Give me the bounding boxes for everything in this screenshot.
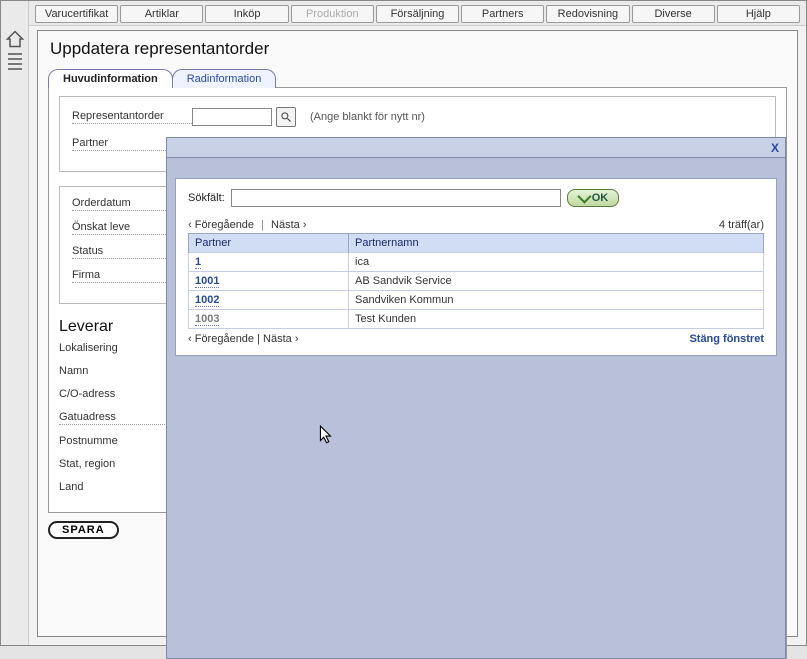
label-land: Land bbox=[59, 481, 179, 494]
menu-varucertifikat[interactable]: Varucertifikat bbox=[35, 5, 118, 23]
menu-artiklar[interactable]: Artiklar bbox=[120, 5, 203, 23]
col-partnernamn[interactable]: Partnernamn bbox=[349, 234, 764, 253]
tabs: Huvudinformation Radinformation bbox=[48, 69, 787, 88]
partner-name-cell: Test Kunden bbox=[349, 310, 764, 329]
search-input[interactable] bbox=[231, 189, 561, 207]
menu-diverse[interactable]: Diverse bbox=[632, 5, 715, 23]
main-menu: VarucertifikatArtiklarInköpProduktionFör… bbox=[29, 1, 806, 26]
save-button[interactable]: SPARA bbox=[48, 521, 119, 539]
home-icon[interactable] bbox=[5, 29, 25, 47]
page-title: Uppdatera representantorder bbox=[48, 37, 787, 67]
table-row[interactable]: 1 ica bbox=[189, 253, 764, 272]
menu-inköp[interactable]: Inköp bbox=[205, 5, 288, 23]
table-row[interactable]: 1003 Test Kunden bbox=[189, 310, 764, 329]
label-representantorder: Representantorder bbox=[72, 110, 192, 124]
label-postnr: Postnumme bbox=[59, 435, 179, 448]
prev-link-top[interactable]: ‹ Föregående bbox=[188, 219, 254, 231]
col-partner[interactable]: Partner bbox=[189, 234, 349, 253]
label-namn: Namn bbox=[59, 365, 179, 378]
menu-försäljning[interactable]: Försäljning bbox=[376, 5, 459, 23]
search-label: Sökfält: bbox=[188, 192, 225, 204]
menu-redovisning[interactable]: Redovisning bbox=[546, 5, 629, 23]
tab-radinformation[interactable]: Radinformation bbox=[172, 69, 277, 88]
partner-id-link[interactable]: 1002 bbox=[195, 294, 219, 307]
partner-id-link[interactable]: 1 bbox=[195, 256, 201, 269]
label-gatuadress: Gatuadress bbox=[59, 411, 179, 425]
partner-id-link[interactable]: 1003 bbox=[195, 313, 219, 326]
partner-id-link[interactable]: 1001 bbox=[195, 275, 219, 288]
order-lookup-button[interactable] bbox=[276, 107, 296, 127]
ok-button[interactable]: OK bbox=[567, 189, 620, 207]
partner-name-cell: Sandviken Kommun bbox=[349, 291, 764, 310]
search-icon bbox=[280, 111, 292, 123]
close-icon[interactable]: X bbox=[771, 141, 779, 155]
next-link-bottom[interactable]: Nästa › bbox=[263, 333, 298, 345]
order-hint: (Ange blankt för nytt nr) bbox=[310, 111, 425, 123]
menu-partners[interactable]: Partners bbox=[461, 5, 544, 23]
label-lokalisering: Lokalisering bbox=[59, 342, 179, 355]
menu-produktion: Produktion bbox=[291, 5, 374, 23]
close-window-link[interactable]: Stäng fönstret bbox=[689, 333, 764, 345]
result-count: 4 träff(ar) bbox=[719, 219, 764, 231]
left-rail bbox=[1, 1, 29, 645]
menu-lines-icon[interactable] bbox=[8, 53, 22, 70]
tab-huvudinformation[interactable]: Huvudinformation bbox=[48, 69, 173, 88]
partner-name-cell: ica bbox=[349, 253, 764, 272]
table-row[interactable]: 1001 AB Sandvik Service bbox=[189, 272, 764, 291]
label-co: C/O-adress bbox=[59, 388, 179, 401]
partner-lookup-dialog: X Sökfält: OK ‹ Föregående | Nästa bbox=[166, 137, 786, 659]
menu-hjälp[interactable]: Hjälp bbox=[717, 5, 800, 23]
partner-name-cell: AB Sandvik Service bbox=[349, 272, 764, 291]
label-stat: Stat, region bbox=[59, 458, 179, 471]
table-row[interactable]: 1002 Sandviken Kommun bbox=[189, 291, 764, 310]
prev-link-bottom[interactable]: ‹ Föregående bbox=[188, 333, 254, 345]
representantorder-input[interactable] bbox=[192, 108, 272, 126]
results-table: Partner Partnernamn 1 ica 1001 AB Sandvik S… bbox=[188, 233, 764, 329]
next-link-top[interactable]: Nästa › bbox=[271, 219, 306, 231]
